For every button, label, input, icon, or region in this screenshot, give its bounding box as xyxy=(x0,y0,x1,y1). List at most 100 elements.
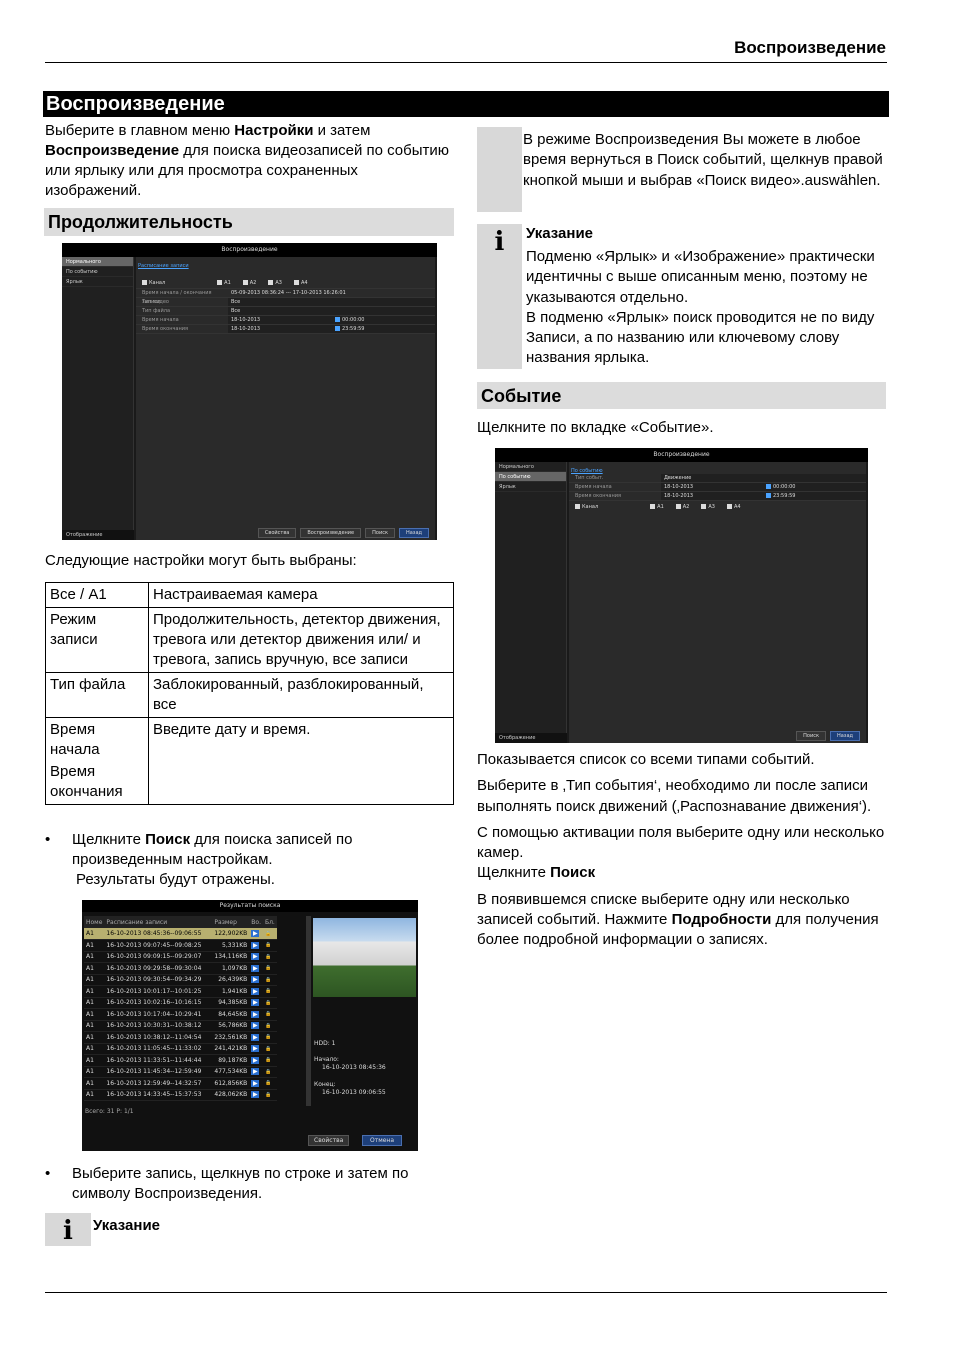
dvr1-cam-3[interactable]: A3 xyxy=(268,277,282,288)
dvr1-side-normal[interactable]: Нормального xyxy=(62,257,133,267)
play-icon[interactable]: ▶ xyxy=(249,1008,263,1021)
table-row[interactable]: A1 16-10-2013 09:30:54--09:34:29 26,439KB ▶… xyxy=(84,974,277,986)
dvr2-cam-0[interactable]: Канал xyxy=(575,501,598,513)
dvr1-side-bottom[interactable]: Отображение xyxy=(62,530,134,540)
dvr2-side-normal[interactable]: Нормального xyxy=(495,462,566,472)
results-scrollbar[interactable] xyxy=(306,916,311,1106)
dvr2-side-tag[interactable]: Ярлык xyxy=(495,482,566,492)
lock-icon[interactable]: 🔒 xyxy=(262,939,277,952)
table-row[interactable]: A1 16-10-2013 09:29:58--09:30:04 1,097KB ▶ 🔒 xyxy=(84,962,277,975)
play-icon[interactable]: ▶ xyxy=(249,1054,263,1067)
table-row[interactable]: A1 16-10-2013 08:45:36--09:06:55 122,902KB… xyxy=(84,928,277,940)
cancel-button[interactable]: Отмена xyxy=(362,1135,403,1146)
table-row[interactable]: A1 16-10-2013 11:05:45--11:33:02 241,421KB… xyxy=(84,1043,277,1055)
playback-button[interactable]: Воспроизведение xyxy=(300,528,362,538)
search-button[interactable]: Поиск xyxy=(796,731,826,741)
dvr2-time-end[interactable]: 23:59:59 xyxy=(766,492,866,500)
play-icon[interactable]: ▶ xyxy=(249,962,263,975)
dvr1-link[interactable]: Расписание записи xyxy=(136,257,435,269)
dvr1-row-end[interactable]: Время окончания 18-10-2013 23:59:59 xyxy=(136,325,435,334)
table-row[interactable]: A1 16-10-2013 10:01:17--10:01:25 1,941KB ▶ 🔒 xyxy=(84,985,277,998)
play-icon[interactable]: ▶ xyxy=(249,997,263,1009)
play-icon[interactable]: ▶ xyxy=(249,1089,263,1101)
dvr1-cam-0[interactable]: Канал xyxy=(142,277,165,288)
dvr1-date[interactable]: 18-10-2013 xyxy=(231,316,260,324)
calendar-icon[interactable] xyxy=(335,317,340,322)
results-table: Номе Расписание записи Размер Во. Бл. A1 16-1… xyxy=(84,916,277,1101)
calendar-icon[interactable] xyxy=(335,326,340,331)
dvr2-time-start[interactable]: 00:00:00 xyxy=(766,483,866,491)
dvr1-cam-2[interactable]: A2 xyxy=(242,277,256,288)
table-row[interactable]: A1 16-10-2013 09:07:45--09:08:25 5,331KB ▶ 🔒 xyxy=(84,939,277,952)
lock-icon[interactable]: 🔒 xyxy=(262,928,277,940)
table-row[interactable]: A1 16-10-2013 11:33:51--11:44:44 89,187KB ▶… xyxy=(84,1054,277,1067)
dvr2-cam-4[interactable]: A4 xyxy=(726,501,741,513)
dvr2-link[interactable]: По событию xyxy=(569,462,866,474)
table-cell: 16-10-2013 08:45:36--09:06:55 xyxy=(104,928,213,940)
dvr1-row-start[interactable]: Время начала 18-10-2013 00:00:00 xyxy=(136,316,435,325)
note2-p1: Подменю «Ярлык» и «Изображение» практиче… xyxy=(526,248,875,306)
lock-icon[interactable]: 🔒 xyxy=(262,951,277,963)
dvr2-cam-1[interactable]: A1 xyxy=(650,501,664,513)
dvr1-side-tag[interactable]: Ярлык xyxy=(62,277,133,287)
lock-icon[interactable]: 🔒 xyxy=(262,1020,277,1032)
dvr2-side-event[interactable]: По событию xyxy=(495,472,566,482)
dvr2-row-start[interactable]: Время начала 18-10-2013 00:00:00 xyxy=(569,483,866,492)
lock-icon[interactable]: 🔒 xyxy=(262,1077,277,1090)
dvr2-cam-2[interactable]: A2 xyxy=(675,501,689,513)
play-icon[interactable]: ▶ xyxy=(249,1066,263,1078)
table-cell: A1 xyxy=(84,1043,105,1055)
dvr1-cam-1[interactable]: A1 xyxy=(217,277,231,288)
dvr2-cam-3[interactable]: A3 xyxy=(701,501,715,513)
dvr1-row-value[interactable]: Все xyxy=(228,307,435,315)
lock-icon[interactable]: 🔒 xyxy=(262,1089,277,1101)
table-row[interactable]: A1 16-10-2013 10:02:16--10:16:15 94,385KB ▶… xyxy=(84,997,277,1009)
dvr1-row-value[interactable]: Все xyxy=(228,298,435,306)
back-button[interactable]: Назад xyxy=(829,731,860,741)
dvr2-date[interactable]: 18-10-2013 xyxy=(664,492,693,500)
table-row[interactable]: A1 16-10-2013 10:30:31--10:38:12 56,786KB ▶… xyxy=(84,1020,277,1032)
play-icon[interactable]: ▶ xyxy=(249,1020,263,1032)
lock-icon[interactable]: 🔒 xyxy=(262,997,277,1009)
play-icon[interactable]: ▶ xyxy=(249,928,263,940)
dvr2-row-eventtype[interactable]: Тип событ. Движение xyxy=(569,474,866,483)
play-icon[interactable]: ▶ xyxy=(249,985,263,998)
dvr2-row-end[interactable]: Время окончания 18-10-2013 23:59:59 xyxy=(569,492,866,501)
dvr1-row-videotype[interactable]: Тип видео Все xyxy=(136,298,435,307)
play-icon[interactable]: ▶ xyxy=(249,1077,263,1090)
lock-icon[interactable]: 🔒 xyxy=(262,985,277,998)
back-button[interactable]: Назад xyxy=(398,528,429,538)
dvr2-side-bottom[interactable]: Отображение xyxy=(495,733,567,743)
dvr1-row-filetype[interactable]: Тип файла Все xyxy=(136,307,435,316)
play-icon[interactable]: ▶ xyxy=(249,974,263,986)
lock-icon[interactable]: 🔒 xyxy=(262,1008,277,1021)
lock-icon[interactable]: 🔒 xyxy=(262,1031,277,1044)
lock-icon[interactable]: 🔒 xyxy=(262,1066,277,1078)
dvr1-time-start[interactable]: 00:00:00 xyxy=(335,316,435,324)
properties-button[interactable]: Свойства xyxy=(257,528,297,538)
calendar-icon[interactable] xyxy=(766,493,771,498)
properties-button[interactable]: Свойства xyxy=(308,1135,350,1146)
table-row[interactable]: A1 16-10-2013 10:17:04--10:29:41 84,645KB ▶… xyxy=(84,1008,277,1021)
calendar-icon[interactable] xyxy=(766,484,771,489)
dvr1-side-event[interactable]: По событию xyxy=(62,267,133,277)
play-icon[interactable]: ▶ xyxy=(249,1031,263,1044)
dvr1-cam-4[interactable]: A4 xyxy=(293,277,308,288)
dvr2-date[interactable]: 18-10-2013 xyxy=(664,483,693,491)
dvr1-date[interactable]: 18-10-2013 xyxy=(231,325,260,333)
play-icon[interactable]: ▶ xyxy=(249,951,263,963)
table-row[interactable]: A1 16-10-2013 12:59:49--14:32:57 612,856KB… xyxy=(84,1077,277,1090)
lock-icon[interactable]: 🔒 xyxy=(262,1043,277,1055)
search-button[interactable]: Поиск xyxy=(365,528,395,538)
table-row[interactable]: A1 16-10-2013 11:45:34--12:59:49 477,534KB… xyxy=(84,1066,277,1078)
lock-icon[interactable]: 🔒 xyxy=(262,1054,277,1067)
lock-icon[interactable]: 🔒 xyxy=(262,974,277,986)
play-icon[interactable]: ▶ xyxy=(249,1043,263,1055)
play-icon[interactable]: ▶ xyxy=(249,939,263,952)
lock-icon[interactable]: 🔒 xyxy=(262,962,277,975)
table-row[interactable]: A1 16-10-2013 10:38:12--11:04:54 232,561KB… xyxy=(84,1031,277,1044)
table-row[interactable]: A1 16-10-2013 14:33:45--15:37:53 428,062KB… xyxy=(84,1089,277,1101)
table-row[interactable]: A1 16-10-2013 09:09:15--09:29:07 134,116KB… xyxy=(84,951,277,963)
dvr2-row-value[interactable]: Движение xyxy=(661,474,866,482)
dvr1-time-end[interactable]: 23:59:59 xyxy=(335,325,435,333)
